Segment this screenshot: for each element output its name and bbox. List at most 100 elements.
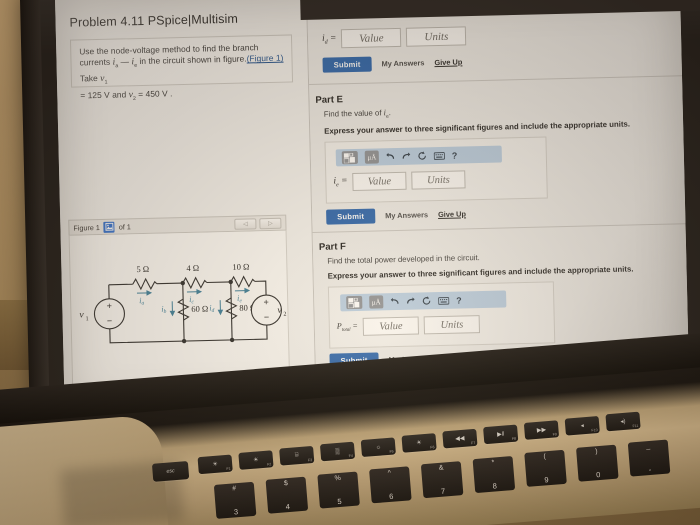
key-7[interactable]: & 7 <box>420 460 464 498</box>
key-f7[interactable]: ◀◀ F7 <box>442 428 478 449</box>
statement-line-2-rest: in the circuit shown in figure. <box>136 53 247 67</box>
key-f1[interactable]: ☀ F1 <box>197 454 233 475</box>
part-d-submit-button[interactable]: Submit <box>322 56 372 73</box>
problem-panel: Problem 4.11 PSpice|Multisim Use the nod… <box>55 0 317 416</box>
problem-statement-text: Use the node-voltage method to find the … <box>79 42 288 107</box>
page-title: Problem 4.11 PSpice|Multisim <box>69 11 239 30</box>
help-icon[interactable]: ? <box>452 150 458 160</box>
part-d-units-input[interactable]: Units <box>406 26 467 47</box>
redo-icon[interactable] <box>406 297 415 306</box>
undo-icon[interactable] <box>390 297 399 306</box>
svg-text:2: 2 <box>283 312 286 318</box>
help-icon[interactable]: ? <box>456 295 462 305</box>
part-e-answer-label: ie = <box>333 176 348 189</box>
units-icon[interactable]: μÅ <box>369 295 384 309</box>
key-f3[interactable]: ⌸ F3 <box>279 445 315 466</box>
key-esc[interactable]: esc <box>151 461 190 482</box>
part-f-answer-label: Ptotal = <box>336 321 359 334</box>
key-f2[interactable]: ☀ F2 <box>238 450 274 470</box>
svg-text:v: v <box>79 310 84 320</box>
keyboard-icon[interactable] <box>433 151 445 160</box>
reset-icon[interactable] <box>418 151 427 160</box>
key-5[interactable]: % 5 <box>317 471 360 509</box>
key-3[interactable]: #3 <box>213 481 257 519</box>
part-e-submit-row: Submit My Answers Give Up <box>326 206 466 225</box>
svg-text:+: + <box>263 297 268 307</box>
part-e-answer-row: ie = Value Units <box>333 170 466 192</box>
part-f-instruction: Express your answer to three significant… <box>327 264 634 281</box>
svg-text:5 Ω: 5 Ω <box>136 264 149 274</box>
figure-label: Figure 1 <box>73 222 100 233</box>
part-e-heading: Part E <box>315 94 344 106</box>
key-f6[interactable]: ☀ F6 <box>401 433 437 453</box>
figure-count: of 1 <box>118 221 131 232</box>
part-d-give-up-link[interactable]: Give Up <box>434 57 462 67</box>
key-6[interactable]: ^ 6 <box>369 466 412 504</box>
part-f-units-input[interactable]: Units <box>423 315 481 335</box>
range-dash: — <box>120 56 130 67</box>
part-e-instruction: Express your answer to three significant… <box>324 119 631 136</box>
key-0[interactable]: ) 0 <box>576 444 619 483</box>
divider-2 <box>312 223 686 233</box>
current-label-ie: ie <box>237 294 242 305</box>
key-f11[interactable]: ◂) F11 <box>605 411 641 432</box>
part-e-units-input[interactable]: Units <box>411 170 466 190</box>
resistor-5ohm: 5 Ω <box>132 264 158 291</box>
part-f-answer-row: Ptotal = Value Units <box>336 315 481 336</box>
reset-icon[interactable] <box>422 296 431 305</box>
math-template-icon[interactable] <box>341 150 358 165</box>
part-d-my-answers-link[interactable]: My Answers <box>381 58 424 68</box>
part-d-value-input[interactable]: Value <box>341 27 402 49</box>
part-e-submit-button[interactable]: Submit <box>326 208 376 225</box>
key-f10[interactable]: ◂ F10 <box>564 415 600 436</box>
units-icon[interactable]: μÅ <box>364 150 379 164</box>
part-f-question: Find the total power developed in the ci… <box>327 253 480 266</box>
current-label-ic: ic <box>189 295 194 306</box>
key-f5[interactable]: ☼ F5 <box>360 437 396 458</box>
svg-text:4 Ω: 4 Ω <box>186 263 199 273</box>
part-f-value-input[interactable]: Value <box>362 316 420 336</box>
screenshot-root: Problem 4.11 PSpice|Multisim Use the nod… <box>0 0 700 525</box>
current-label-id: id <box>209 303 214 314</box>
key-8[interactable]: * 8 <box>472 455 516 493</box>
svg-text:−: − <box>264 312 269 322</box>
problem-statement-box: Use the node-voltage method to find the … <box>69 34 294 101</box>
current-a-sub: a <box>115 63 119 70</box>
voltage-source-v2: + − v 2 <box>250 294 287 326</box>
svg-text:10 Ω: 10 Ω <box>232 261 249 271</box>
part-e-give-up-link[interactable]: Give Up <box>438 209 466 219</box>
key-f8[interactable]: ▶‖ F8 <box>483 424 519 445</box>
image-icon[interactable] <box>103 221 115 233</box>
key--[interactable]: _ - <box>627 439 671 477</box>
part-e-question: Find the value of ie. <box>323 108 391 120</box>
divider-1 <box>309 75 683 86</box>
resistor-4ohm: 4 Ω <box>182 263 208 290</box>
math-template-icon[interactable] <box>346 295 363 310</box>
chevron-left-icon[interactable]: ◁ <box>234 217 257 230</box>
current-label-ia: ia <box>139 296 144 307</box>
figure-1-link[interactable]: (Figure 1) <box>247 53 284 64</box>
part-e-my-answers-link[interactable]: My Answers <box>385 210 428 220</box>
statement-take: Take <box>79 73 101 84</box>
statement-line-3-end: = 450 V . <box>135 87 173 99</box>
part-e-value-input[interactable]: Value <box>352 171 407 192</box>
part-d-answer-label: id = <box>321 32 337 46</box>
key-4[interactable]: $4 <box>265 476 309 514</box>
part-d-answer-row: id = Value Units <box>321 26 467 49</box>
keyboard-icon[interactable] <box>438 296 450 305</box>
current-label-ib: ib <box>161 304 166 315</box>
figure-nav: ◁ ▷ <box>234 217 282 230</box>
svg-text:−: − <box>107 316 112 326</box>
key-f4[interactable]: ▒ F4 <box>319 441 356 462</box>
part-d-submit-row: Submit My Answers Give Up <box>322 54 462 73</box>
redo-icon[interactable] <box>402 152 411 161</box>
svg-text:+: + <box>107 301 112 311</box>
statement-line-3: = 125 V and <box>80 88 129 100</box>
undo-icon[interactable] <box>386 152 395 161</box>
circuit-diagram: 5 Ω 4 Ω 10 Ω 60 Ω 80 Ω + − v 1 + − v 2 i… <box>79 261 287 344</box>
key-f9[interactable]: ▶▶ F9 <box>523 420 560 440</box>
voltage-source-v1: + − v 1 <box>79 298 126 330</box>
key-9[interactable]: (9 <box>524 450 567 488</box>
chevron-right-icon[interactable]: ▷ <box>259 217 282 229</box>
part-f-heading: Part F <box>318 241 347 253</box>
